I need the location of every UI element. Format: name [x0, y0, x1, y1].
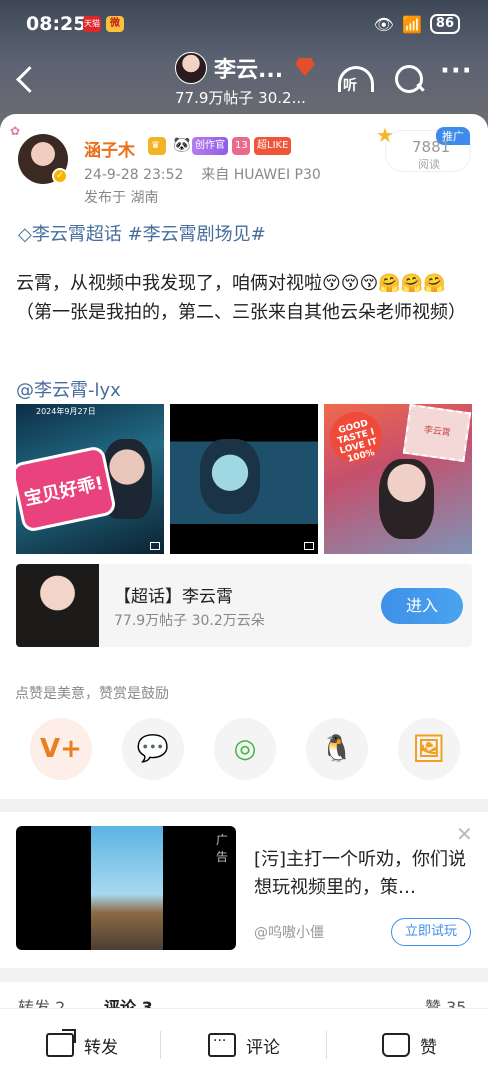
stamp-sticker: 李云霄: [402, 404, 472, 463]
repost-label: 转发: [84, 1037, 118, 1058]
topic-text: 李云霄超话 #李云霄剧场见#: [31, 224, 266, 245]
post-meta: 24-9-28 23:52 来自 HUAWEI P30: [84, 164, 321, 184]
super-topic-cover: [16, 564, 99, 647]
post-image-3[interactable]: GOOD TASTE I LOVE IT 100% 李云霄: [324, 404, 472, 554]
user-badges: ♛ 🐼 创作官 13 超LIKE: [148, 137, 292, 155]
tab-like[interactable]: 赞 35: [425, 994, 466, 1008]
post-image-1[interactable]: 2024年9月27日 宝贝好乖!: [16, 404, 164, 554]
super-topic-title: 【超话】李云霄: [114, 587, 233, 607]
read-label: 阅读: [418, 158, 440, 171]
super-like-badge[interactable]: 超LIKE: [254, 137, 292, 155]
super-topic-badge-icon: [295, 58, 315, 76]
listen-label: 听: [343, 78, 357, 94]
bottom-action-bar: 转发 评论 赞: [0, 1008, 488, 1080]
mention-link[interactable]: @李云霄-lyx: [16, 376, 121, 402]
image-icon: [150, 542, 160, 550]
v-reward-icon[interactable]: V+: [30, 718, 92, 780]
ad-text[interactable]: [污]主打一个听劝，你们说想玩视频里的，策…: [254, 846, 469, 902]
divider: [326, 1031, 327, 1059]
ad-card[interactable]: 广告 ✕ [污]主打一个听劝，你们说想玩视频里的，策… @呜嗷小僵 立即试玩: [0, 812, 488, 968]
wechat-icon[interactable]: 💬: [122, 718, 184, 780]
search-icon[interactable]: [392, 62, 428, 98]
share-icon: [46, 1029, 76, 1057]
level-badge[interactable]: 13: [232, 137, 250, 155]
topic-link[interactable]: ◇李云霄超话 #李云霄剧场见#: [18, 220, 266, 246]
avatar-frame-icon: ✿: [10, 124, 21, 138]
post-text: 云霄，从视频中我发现了，咱俩对视啦😚😚😚🤗🤗🤗（第一张是我拍的，第二、三张来自其…: [16, 273, 466, 323]
wifi-icon: 📶: [401, 14, 422, 34]
diamond-icon: ◇: [18, 224, 32, 245]
divider: [160, 1031, 161, 1059]
nav-avatar[interactable]: [175, 52, 207, 84]
star-icon: ★: [376, 123, 394, 147]
verified-icon: ✓: [52, 168, 68, 184]
ad-source[interactable]: @呜嗷小僵: [254, 922, 324, 942]
image-icon: [304, 542, 314, 550]
try-now-button[interactable]: 立即试玩: [391, 918, 471, 946]
enter-button[interactable]: 进入: [381, 588, 463, 624]
post-card: ✿ ✓ 涵子木 ♛ 🐼 创作官 13 超LIKE 24-9-28 23:52 来…: [0, 114, 488, 799]
promo-read-count[interactable]: ★ 推广 7881 阅读: [376, 123, 471, 172]
image-date: 2024年9月27日: [36, 407, 96, 416]
comment-icon: [208, 1033, 236, 1057]
image-sticker: 宝贝好乖!: [16, 444, 118, 534]
repost-button[interactable]: 转发: [46, 1029, 118, 1061]
battery-icon: 86: [429, 14, 460, 34]
post-source: 来自 HUAWEI P30: [201, 167, 321, 183]
qq-icon[interactable]: 🐧: [306, 718, 368, 780]
status-icons: 👁 📶 86: [374, 14, 460, 34]
post-location: 发布于 湖南: [84, 190, 159, 206]
creator-badge[interactable]: 创作官: [192, 137, 228, 155]
moments-icon[interactable]: ◎: [214, 718, 276, 780]
eye-icon: 👁: [373, 14, 394, 34]
save-image-icon[interactable]: 🖼: [398, 718, 460, 780]
thumbs-up-icon: [382, 1033, 410, 1057]
post-image-2[interactable]: [170, 404, 318, 554]
ad-label: 广告: [216, 833, 229, 864]
share-row: V+ 💬 ◎ 🐧 🖼: [30, 718, 460, 782]
person-figure: [379, 459, 434, 539]
post-images: 2024年9月27日 宝贝好乖! GOOD TASTE I LOVE IT 10…: [16, 404, 472, 554]
person-figure: [200, 439, 260, 514]
comment-label: 评论: [246, 1037, 280, 1058]
tmall-icon: 天猫: [83, 16, 101, 32]
interaction-tabs: 转发 2 评论 3 赞 35: [0, 982, 488, 1008]
read-count: 7881: [412, 138, 451, 156]
post-time: 24-9-28 23:52: [84, 167, 184, 183]
game-screenshot: [91, 826, 163, 950]
super-topic-card[interactable]: 【超话】李云霄 77.9万帖子 30.2万云朵 进入: [16, 564, 472, 647]
tab-comment[interactable]: 评论 3: [104, 994, 153, 1008]
listen-button[interactable]: 听: [338, 66, 374, 94]
reward-label: 点赞是美意，赞赏是鼓励: [15, 686, 169, 702]
panda-icon[interactable]: 🐼: [170, 137, 190, 155]
status-bar: 08:25 天猫 微 👁 📶 86: [0, 10, 488, 40]
like-button[interactable]: 赞: [382, 1029, 437, 1061]
status-time: 08:25: [26, 13, 87, 35]
tab-repost[interactable]: 转发 2: [18, 994, 65, 1008]
nav-bar: 李云... 77.9万帖子 30.2... 听 ···: [0, 50, 488, 112]
back-button[interactable]: [10, 60, 42, 98]
close-icon[interactable]: ✕: [456, 822, 473, 846]
weibo-icon: 微: [106, 16, 124, 32]
username[interactable]: 涵子木: [84, 136, 135, 161]
super-topic-stats: 77.9万帖子 30.2万云朵: [114, 613, 265, 629]
nav-title[interactable]: 李云...: [214, 52, 283, 84]
good-taste-sticker: GOOD TASTE I LOVE IT 100%: [324, 406, 388, 468]
more-icon[interactable]: ···: [440, 56, 476, 92]
ad-image[interactable]: 广告: [16, 826, 236, 950]
like-label: 赞: [420, 1037, 437, 1058]
nav-subtitle: 77.9万帖子 30.2...: [175, 89, 306, 107]
comment-button[interactable]: 评论: [208, 1029, 280, 1061]
member-crown-icon[interactable]: ♛: [148, 137, 166, 155]
header: 08:25 天猫 微 👁 📶 86 李云... 77.9万帖子 30.2... …: [0, 0, 488, 130]
